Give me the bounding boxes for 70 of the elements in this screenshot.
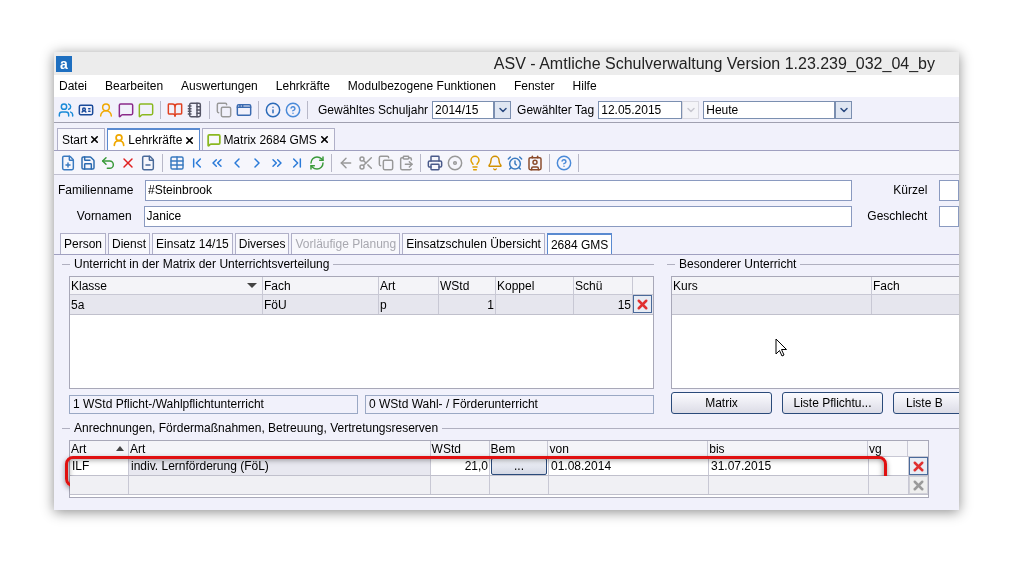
text-field[interactable] (939, 205, 959, 227)
person-icon (112, 133, 127, 147)
section-title: Unterricht in der Matrix der Unterrichtsverteilung (73, 256, 331, 273)
menu-item[interactable]: Hilfe (572, 77, 597, 95)
column-header[interactable]: WStd (439, 277, 496, 294)
text-field[interactable]: #Steinbrook (145, 179, 852, 201)
column-header[interactable]: Koppel (496, 277, 574, 294)
column-header[interactable]: Schü (574, 277, 633, 294)
app-logo: a (56, 55, 72, 72)
table-cell-text: 1 (487, 296, 494, 314)
window-title: ASV - Amtliche Schulverwaltung Version 1.23.239_032_04_by (493, 53, 935, 74)
field-label: Kürzel (892, 182, 928, 199)
column-header[interactable]: WStd (430, 441, 490, 456)
table-cell-text: FöU (264, 296, 287, 314)
text-field[interactable] (939, 179, 959, 201)
view-select[interactable]: Heute (703, 100, 836, 119)
tab[interactable]: Person (60, 233, 107, 254)
table-cell-text: 15 (617, 296, 631, 314)
field-label: Gewählter Tag (517, 101, 595, 119)
field-label: Vornamen (75, 208, 132, 225)
close-icon (89, 134, 101, 145)
menu-item[interactable]: Auswertungen (181, 77, 258, 95)
summary-field: 1 WStd Pflicht-/Wahlpflichtunterricht (69, 395, 358, 414)
close-icon (184, 134, 196, 146)
cursor-icon (775, 338, 788, 358)
column-header[interactable]: Klasse (70, 277, 263, 294)
sort-arrow-icon (115, 446, 124, 451)
column-header[interactable]: Art (70, 441, 129, 456)
column-header[interactable]: Fach (872, 277, 959, 294)
menu-item[interactable]: Fenster (513, 77, 555, 95)
message-icon (207, 132, 222, 147)
year-select[interactable]: 2014/15 (432, 100, 495, 119)
field-label: Familienname (58, 182, 133, 199)
date-field[interactable]: 12.05.2015 (598, 100, 683, 119)
column-header[interactable]: Fach (263, 277, 379, 294)
sort-arrow-icon (247, 283, 257, 288)
list-button[interactable]: Liste B (893, 392, 959, 414)
document-tab[interactable]: Start (57, 128, 106, 150)
tab[interactable]: Diverses (234, 233, 290, 254)
table-cell-text: 5a (71, 296, 85, 314)
column-header[interactable]: von (548, 441, 709, 456)
delete-icon[interactable] (909, 457, 928, 475)
column-header[interactable]: Bem (489, 441, 549, 456)
column-header[interactable]: Art (379, 277, 439, 294)
table-row[interactable]: 5a FöU p 1 15 (70, 295, 653, 315)
field-label: Gewähltes Schuljahr (318, 101, 429, 119)
column-header[interactable]: Art (128, 441, 431, 456)
tab[interactable]: Dienst (108, 233, 151, 254)
section-title: Anrechnungen, Fördermaßnahmen, Betreuung, Vertretungsreserven (73, 420, 440, 437)
menu-item[interactable]: Modulbezogene Funktionen (347, 77, 496, 95)
tab[interactable]: Einsatz 14/15 (152, 233, 233, 254)
document-tab[interactable]: Matrix 2684 GMS (202, 128, 335, 150)
summary-field: 0 WStd Wahl- / Förderunterricht (365, 395, 654, 414)
delete-icon[interactable] (633, 295, 652, 313)
section-title: Besonderer Unterricht (678, 256, 798, 273)
column-header[interactable]: vg (868, 441, 909, 456)
menu-item[interactable]: Lehrkräfte (275, 77, 330, 95)
tab[interactable]: Einsatzschulen Übersicht (402, 233, 545, 254)
menu-item[interactable]: Datei (59, 77, 87, 95)
close-icon (318, 134, 330, 145)
menu-item[interactable]: Bearbeiten (105, 77, 164, 95)
tab[interactable]: 2684 GMS (546, 233, 613, 254)
list-button[interactable]: Liste Pflichtu... (782, 392, 883, 414)
table-cell-text: p (380, 296, 387, 314)
column-header[interactable]: bis (708, 441, 869, 456)
document-tab[interactable]: Lehrkräfte (107, 128, 201, 150)
list-button[interactable]: Matrix (671, 392, 772, 414)
text-field[interactable]: Janice (143, 205, 852, 227)
field-label: Geschlecht (866, 208, 928, 225)
column-header[interactable]: Kurs (672, 277, 872, 294)
